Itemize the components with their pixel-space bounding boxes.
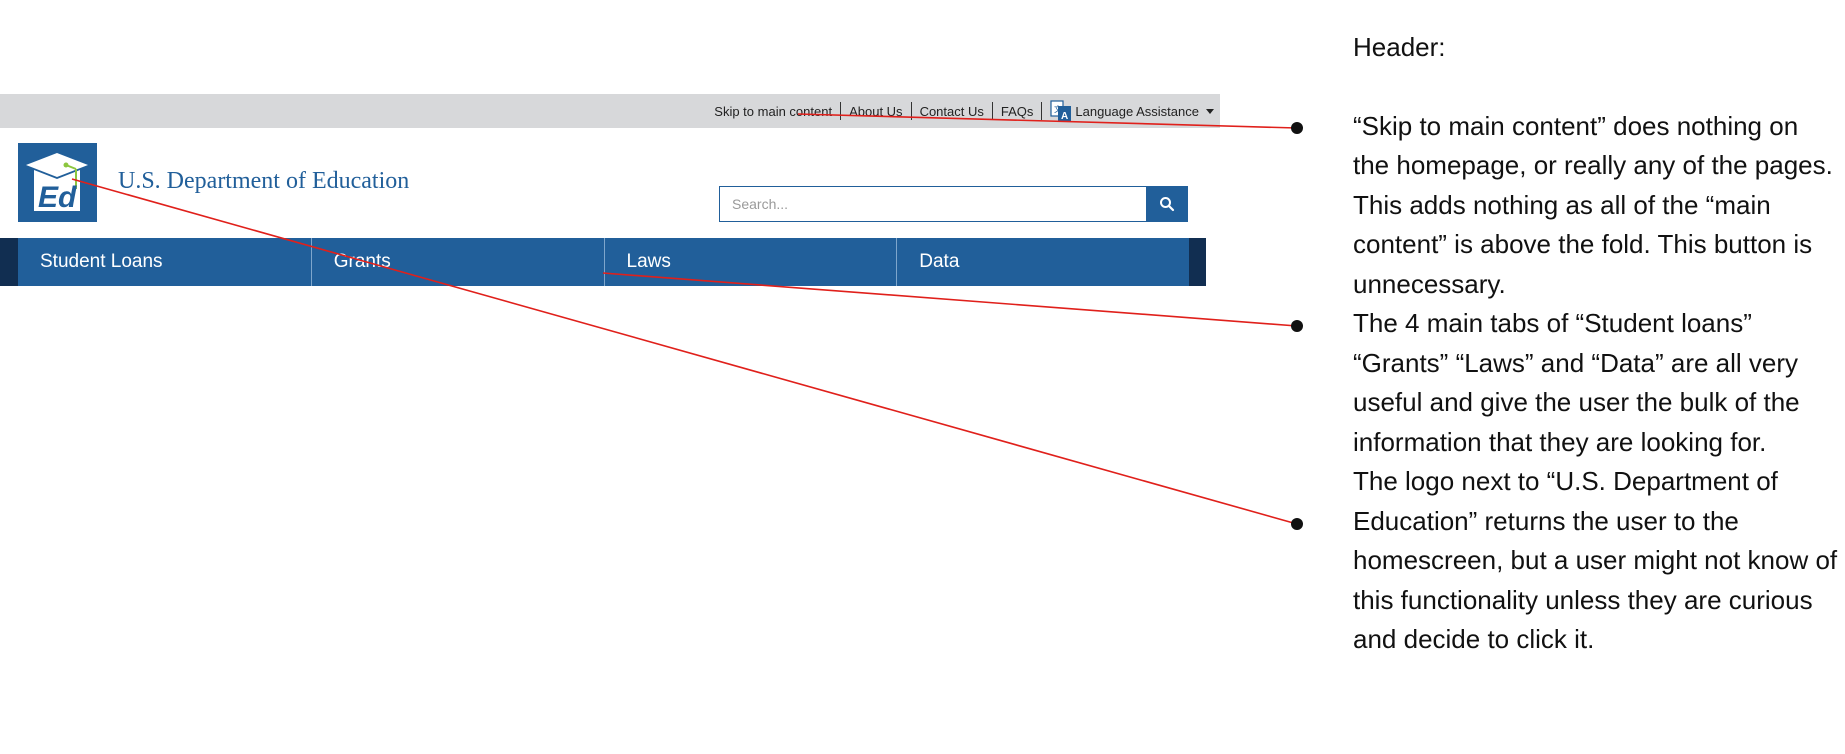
nav-laws[interactable]: Laws — [603, 238, 897, 286]
utility-bar: Skip to main content About Us Contact Us… — [0, 94, 1220, 128]
annotation-notes: Header: “Skip to main content” does noth… — [1353, 28, 1838, 660]
language-assistance-label: Language Assistance — [1075, 103, 1199, 119]
ed-logo[interactable]: Ed — [18, 143, 97, 222]
svg-text:A: A — [1061, 111, 1068, 122]
translate-icon: 文 A — [1050, 99, 1072, 123]
note-main-tabs: The 4 main tabs of “Student loans” “Gran… — [1353, 308, 1800, 457]
skip-to-main-link[interactable]: Skip to main content — [714, 104, 832, 119]
divider — [991, 102, 993, 120]
annotation-line-logo — [71, 178, 1298, 525]
search-button[interactable] — [1146, 186, 1188, 222]
agency-name[interactable]: U.S. Department of Education — [118, 168, 409, 195]
note-logo: The logo next to “U.S. Department of Edu… — [1353, 466, 1838, 654]
annotation-dot-skip — [1291, 122, 1303, 134]
annotation-dot-tabs — [1291, 320, 1303, 332]
magnifier-icon — [1160, 197, 1175, 212]
main-nav: Student Loans Grants Laws Data — [18, 238, 1189, 286]
graduation-cap-logo: Ed — [26, 153, 88, 214]
main-nav-bar: Student Loans Grants Laws Data — [0, 238, 1206, 286]
utility-links: Skip to main content About Us Contact Us… — [714, 94, 1220, 128]
language-assistance-dropdown[interactable]: 文 A Language Assistance — [1050, 99, 1214, 123]
notes-heading: Header: — [1353, 32, 1446, 62]
nav-student-loans[interactable]: Student Loans — [18, 238, 311, 286]
divider — [910, 102, 912, 120]
caret-down-icon — [1206, 108, 1214, 114]
nav-data[interactable]: Data — [896, 238, 1189, 286]
about-us-link[interactable]: About Us — [849, 104, 902, 119]
divider — [1041, 102, 1043, 120]
contact-us-link[interactable]: Contact Us — [920, 104, 984, 119]
search-input[interactable] — [719, 186, 1146, 222]
faqs-link[interactable]: FAQs — [1001, 104, 1034, 119]
nav-grants[interactable]: Grants — [310, 238, 604, 286]
search-bar — [719, 186, 1188, 222]
divider — [840, 102, 842, 120]
svg-text:Ed: Ed — [38, 181, 77, 214]
annotation-dot-logo — [1291, 518, 1303, 530]
note-skip-link: “Skip to main content” does nothing on t… — [1353, 110, 1833, 299]
